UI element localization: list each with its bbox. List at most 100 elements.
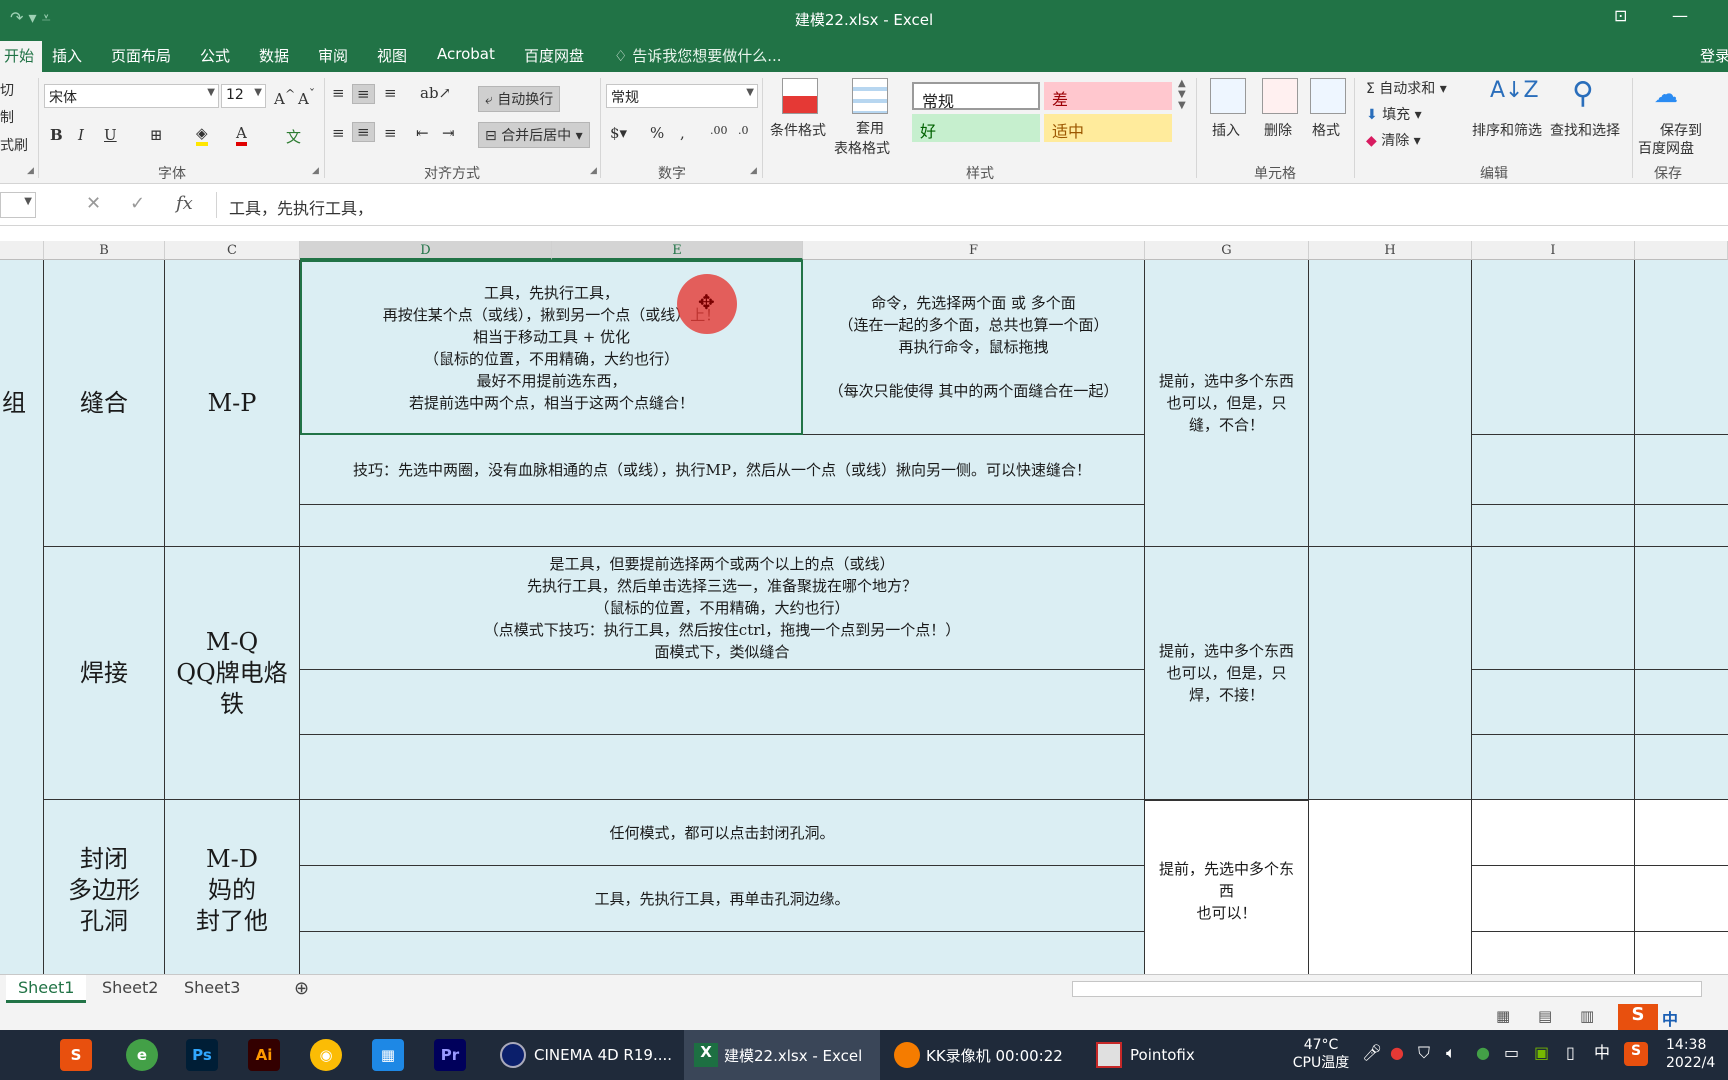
style-bad[interactable]: 差 bbox=[1044, 82, 1172, 110]
decrease-font-icon[interactable]: Aˇ bbox=[298, 86, 315, 108]
save-baidu-button[interactable]: 百度网盘 bbox=[1638, 138, 1694, 158]
green-app-icon[interactable]: ● bbox=[1476, 1044, 1490, 1062]
col-header-d[interactable]: D bbox=[300, 241, 552, 260]
ribbon-display-icon[interactable]: ⊡ bbox=[1614, 6, 1627, 25]
tab-data[interactable]: 数据 bbox=[259, 45, 289, 66]
styles-scroll-icon[interactable]: ▲ ▼ ▼ bbox=[1178, 78, 1186, 111]
tell-me-search[interactable]: ♢ 告诉我您想要做什么... bbox=[614, 45, 782, 66]
insert-function-icon[interactable]: fx bbox=[176, 193, 193, 214]
align-left-icon[interactable]: ≡ bbox=[332, 124, 345, 142]
photoshop-icon[interactable]: Ps bbox=[186, 1039, 218, 1071]
microphone-icon[interactable]: 🎤︎ bbox=[1362, 1044, 1382, 1062]
insert-cells-icon[interactable] bbox=[1210, 78, 1246, 114]
tab-baidu[interactable]: 百度网盘 bbox=[524, 45, 584, 66]
style-good[interactable]: 好 bbox=[912, 114, 1040, 142]
conditional-format-button[interactable]: 条件格式 bbox=[770, 120, 826, 140]
cell-i-close-hole-2[interactable] bbox=[1472, 866, 1635, 932]
browser-icon[interactable]: e bbox=[126, 1039, 158, 1071]
cell-b-weld[interactable]: 焊接 bbox=[44, 547, 165, 800]
cell-d-stitch-tip[interactable]: 技巧：先选中两圈，没有血脉相通的点（或线），执行MP，然后从一个点（或线）揪向另… bbox=[300, 435, 1145, 505]
sogou-icon[interactable]: S bbox=[1618, 1004, 1658, 1030]
cell-i-close-hole-1[interactable] bbox=[1472, 800, 1635, 866]
premiere-icon[interactable]: Pr bbox=[434, 1039, 466, 1071]
tab-page-layout[interactable]: 页面布局 bbox=[111, 45, 171, 66]
cell-b-close-hole[interactable]: 封闭 多边形 孔洞 bbox=[44, 800, 165, 974]
borders-icon[interactable]: ⊞ bbox=[150, 126, 163, 144]
table-format-button[interactable]: 表格格式 bbox=[834, 138, 890, 158]
align-top-icon[interactable]: ≡ bbox=[332, 84, 345, 102]
increase-font-icon[interactable]: A^ bbox=[274, 86, 295, 108]
shield-icon[interactable]: ⛉ bbox=[1418, 1044, 1430, 1062]
fill-color-icon[interactable]: ◈ bbox=[196, 124, 208, 146]
cell-g-stitch-note[interactable]: 提前，选中多个东西 也可以，但是，只 缝，不合！ bbox=[1145, 260, 1309, 547]
wrap-text-button[interactable]: ⤶ 自动换行 bbox=[478, 86, 561, 112]
cell-d-weld-empty-1[interactable] bbox=[300, 670, 1145, 735]
enter-icon[interactable]: ✓ bbox=[130, 193, 145, 214]
usb-icon[interactable]: ▯ bbox=[1566, 1044, 1575, 1062]
delete-cells-icon[interactable] bbox=[1262, 78, 1298, 114]
taskbar-kk-recorder[interactable]: KK录像机 00:00:22 bbox=[884, 1030, 1084, 1080]
number-format-select[interactable]: 常规 ▼ bbox=[606, 84, 758, 108]
page-layout-view-icon[interactable]: ▤ bbox=[1538, 1007, 1552, 1025]
find-select-button[interactable]: 查找和选择 bbox=[1550, 120, 1620, 140]
dialog-launcher-icon[interactable]: ◢ bbox=[750, 166, 757, 176]
tab-insert[interactable]: 插入 bbox=[52, 45, 82, 66]
cpu-temp[interactable]: 47°C CPU温度 bbox=[1290, 1036, 1352, 1072]
security-icon[interactable]: ● bbox=[1390, 1044, 1404, 1062]
dialog-launcher-icon[interactable]: ◢ bbox=[27, 166, 34, 176]
worksheet-grid[interactable]: 组 缝合 M-P 工具，先执行工具， 再按住某个点（或线），揪到另一个点（或线）… bbox=[0, 260, 1728, 974]
nvidia-icon[interactable]: ▣ bbox=[1534, 1044, 1549, 1062]
autosum-button[interactable]: Σ 自动求和 ▾ bbox=[1366, 78, 1447, 98]
sogou-app-icon[interactable]: S bbox=[60, 1039, 92, 1071]
sort-filter-button[interactable]: 排序和筛选 bbox=[1472, 120, 1542, 140]
insert-cells-button[interactable]: 插入 bbox=[1212, 120, 1240, 140]
cell-j-close-hole-1[interactable] bbox=[1635, 800, 1728, 866]
format-cells-icon[interactable] bbox=[1310, 78, 1346, 114]
chrome-icon[interactable]: ◉ bbox=[310, 1039, 342, 1071]
style-neutral[interactable]: 适中 bbox=[1044, 114, 1172, 142]
conditional-format-icon[interactable] bbox=[782, 78, 818, 114]
baidu-cloud-icon[interactable]: ☁ bbox=[1654, 80, 1678, 108]
cell-j-stitch-2[interactable] bbox=[1635, 435, 1728, 505]
increase-decimal-icon[interactable]: .00 bbox=[710, 124, 728, 137]
style-normal[interactable]: 常规 bbox=[912, 82, 1040, 111]
normal-view-icon[interactable]: ▦ bbox=[1496, 1007, 1510, 1025]
font-color-icon[interactable]: A bbox=[236, 124, 247, 146]
cell-h-stitch[interactable] bbox=[1309, 260, 1472, 547]
format-cells-button[interactable]: 格式 bbox=[1312, 120, 1340, 140]
currency-icon[interactable]: $▾ bbox=[610, 124, 627, 142]
col-header-b[interactable]: B bbox=[44, 241, 165, 260]
login-link[interactable]: 登录 bbox=[1700, 45, 1728, 66]
dialog-launcher-icon[interactable]: ◢ bbox=[312, 166, 319, 176]
cell-i-weld-1[interactable] bbox=[1472, 547, 1635, 670]
delete-cells-button[interactable]: 删除 bbox=[1264, 120, 1292, 140]
tab-acrobat[interactable]: Acrobat bbox=[437, 45, 495, 63]
illustrator-icon[interactable]: Ai bbox=[248, 1039, 280, 1071]
cell-d-close-hole-3[interactable] bbox=[300, 932, 1145, 974]
clock[interactable]: 14:38 2022/4 bbox=[1666, 1036, 1728, 1072]
cell-c-stitch-key[interactable]: M-P bbox=[165, 260, 300, 547]
cell-d-stitch-empty[interactable] bbox=[300, 505, 1145, 547]
col-header-j[interactable] bbox=[1635, 241, 1728, 260]
cell-i-weld-2[interactable] bbox=[1472, 670, 1635, 735]
input-method[interactable]: 中 bbox=[1594, 1044, 1610, 1062]
tab-review[interactable]: 审阅 bbox=[318, 45, 348, 66]
page-break-view-icon[interactable]: ▥ bbox=[1580, 1007, 1594, 1025]
cell-h-close-hole[interactable] bbox=[1309, 800, 1472, 974]
increase-indent-icon[interactable]: ⇥ bbox=[442, 124, 455, 142]
align-center-icon[interactable]: ≡ bbox=[352, 122, 375, 142]
sheet-tab-2[interactable]: Sheet2 bbox=[90, 975, 170, 1003]
col-header-g[interactable]: G bbox=[1145, 241, 1309, 260]
cell-g-close-hole-note[interactable]: 提前，先选中多个东 西 也可以！ bbox=[1145, 800, 1309, 974]
find-select-icon[interactable]: ⚲ bbox=[1572, 76, 1594, 111]
format-painter-button[interactable]: 式刷 bbox=[0, 135, 28, 155]
orientation-icon[interactable]: ab↗ bbox=[420, 84, 451, 102]
network-icon[interactable]: ▭ bbox=[1504, 1044, 1519, 1062]
sheet-tab-1[interactable]: Sheet1 bbox=[6, 975, 87, 1003]
cancel-icon[interactable]: ✕ bbox=[86, 193, 101, 214]
name-box[interactable]: ▼ bbox=[0, 192, 36, 218]
cell-a-group[interactable]: 组 bbox=[0, 260, 44, 547]
col-header-f[interactable]: F bbox=[803, 241, 1145, 260]
cell-c-weld-key[interactable]: M-Q QQ牌电烙 铁 bbox=[165, 547, 300, 800]
cell-g-weld-note[interactable]: 提前，选中多个东西 也可以，但是，只 焊，不接！ bbox=[1145, 547, 1309, 800]
